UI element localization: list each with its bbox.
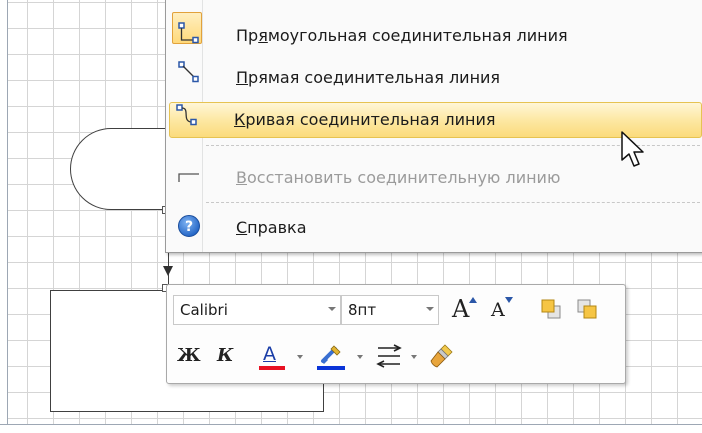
help-icon: ? (178, 215, 200, 237)
font-color-swatch (259, 366, 285, 370)
menu-label-right-angle: Прямоугольная соединительная линия (236, 26, 568, 45)
line-color-icon (321, 345, 341, 364)
menu-item-help[interactable]: ? Справка (169, 210, 700, 244)
mouse-pointer-icon (621, 131, 644, 167)
send-backward-icon[interactable] (575, 297, 599, 321)
shrink-font-icon: A (491, 299, 505, 321)
bring-forward-icon[interactable] (539, 297, 563, 321)
menu-separator (206, 202, 700, 203)
connector-context-menu: Прямоугольная соединительная линия Пряма… (165, 0, 702, 253)
format-painter-icon[interactable] (429, 341, 457, 369)
mini-formatting-toolbar: Calibri 8пт A A Ж К A (166, 284, 626, 384)
straight-connector-icon (178, 61, 199, 83)
font-name-combobox[interactable]: Calibri (173, 295, 341, 325)
shrink-font-button[interactable]: A (485, 295, 515, 323)
menu-label-reset: Восстановить соединительную линию (236, 168, 561, 187)
canvas-left-border (0, 0, 8, 432)
menu-item-right-angle-connector[interactable]: Прямоугольная соединительная линия (169, 12, 700, 52)
curved-connector-icon (176, 104, 197, 126)
reset-connector-icon (178, 173, 199, 182)
font-name-value: Calibri (180, 301, 228, 319)
arrow-down-icon (505, 297, 513, 303)
font-size-combobox[interactable]: 8пт (341, 295, 439, 325)
chevron-down-icon[interactable] (426, 307, 434, 311)
chevron-down-icon[interactable] (328, 307, 336, 311)
connector-arrowhead (163, 266, 173, 276)
menu-label-curved: Кривая соединительная линия (234, 110, 496, 129)
italic-button[interactable]: К (217, 345, 233, 366)
right-angle-connector-icon (178, 22, 199, 44)
chevron-down-icon[interactable] (297, 355, 303, 359)
arrow-up-icon (469, 297, 477, 303)
menu-item-straight-connector[interactable]: Прямая соединительная линия (169, 60, 700, 94)
chevron-down-icon[interactable] (357, 355, 363, 359)
bold-button[interactable]: Ж (177, 345, 201, 366)
line-color-swatch (317, 366, 345, 370)
grow-font-button[interactable]: A (449, 295, 479, 323)
chevron-down-icon[interactable] (411, 355, 417, 359)
menu-label-straight: Прямая соединительная линия (236, 68, 501, 87)
line-ends-icon[interactable] (375, 343, 403, 369)
svg-text:?: ? (185, 219, 193, 235)
menu-label-help: Справка (236, 218, 307, 237)
font-size-value: 8пт (348, 301, 377, 319)
font-color-button[interactable]: A (257, 341, 291, 370)
line-color-button[interactable] (315, 341, 349, 370)
grow-font-icon: A (452, 295, 470, 323)
font-color-icon: A (263, 343, 276, 365)
